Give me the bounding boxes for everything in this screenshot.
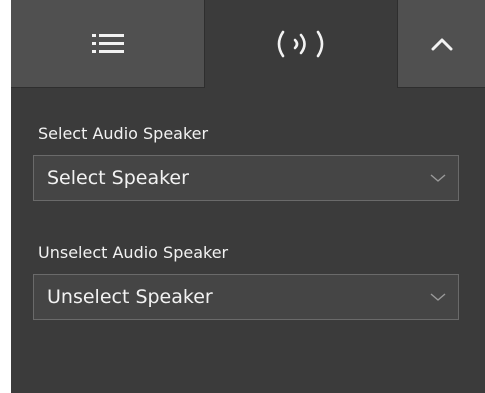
select-speaker-value: Select Speaker xyxy=(47,167,189,189)
unselect-speaker-label: Unselect Audio Speaker xyxy=(38,243,229,262)
chevron-up-icon xyxy=(431,38,452,50)
tab-list[interactable] xyxy=(11,0,205,88)
chevron-down-icon xyxy=(430,293,446,301)
audio-panel: Select Audio Speaker Select Speaker Unse… xyxy=(11,0,485,393)
tab-bar xyxy=(11,0,485,88)
collapse-button[interactable] xyxy=(397,0,485,88)
select-speaker-label: Select Audio Speaker xyxy=(38,124,209,143)
audio-wave-icon xyxy=(277,30,324,58)
chevron-down-icon xyxy=(430,174,446,182)
select-speaker-dropdown[interactable]: Select Speaker xyxy=(33,155,459,201)
unselect-speaker-value: Unselect Speaker xyxy=(47,286,213,308)
list-icon xyxy=(91,33,124,53)
unselect-speaker-dropdown[interactable]: Unselect Speaker xyxy=(33,274,459,320)
tab-audio[interactable] xyxy=(205,0,397,88)
